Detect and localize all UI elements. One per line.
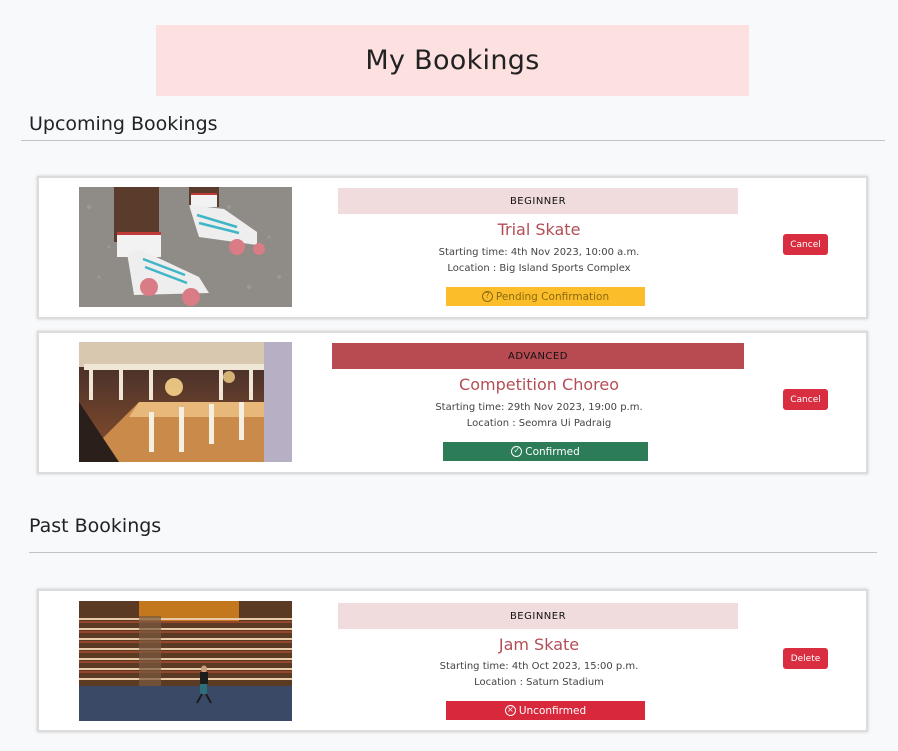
start-time: Starting time: 4th Nov 2023, 10:00 a.m. xyxy=(438,247,640,258)
question-circle-icon: ? xyxy=(481,291,493,302)
upcoming-bookings-heading: Upcoming Bookings xyxy=(29,113,218,135)
roller-skates-photo xyxy=(79,187,292,307)
status-badge: ? Pending Confirmation xyxy=(446,287,645,306)
location: Location : Seomra Ui Padraig xyxy=(466,418,612,429)
cancel-button[interactable]: Cancel xyxy=(783,234,828,255)
delete-button[interactable]: Delete xyxy=(783,648,828,669)
location: Location : Big Island Sports Complex xyxy=(447,263,631,274)
past-bookings-heading: Past Bookings xyxy=(29,515,162,537)
status-label: Pending Confirmation xyxy=(495,290,610,303)
level-badge: BEGINNER xyxy=(338,603,738,629)
booking-image xyxy=(79,342,292,462)
ballroom-interior-photo xyxy=(79,342,292,462)
status-label: Confirmed xyxy=(525,445,580,458)
booking-image xyxy=(79,187,292,307)
class-title: Competition Choreo xyxy=(459,375,619,394)
booking-card-competition-choreo: ADVANCED Competition Choreo Starting tim… xyxy=(37,331,868,474)
booking-card-jam-skate: BEGINNER Jam Skate Starting time: 4th Oc… xyxy=(37,589,868,732)
class-title: Jam Skate xyxy=(498,635,580,654)
page-title-banner: My Bookings xyxy=(156,25,749,96)
status-label: Unconfirmed xyxy=(518,704,587,717)
booking-card-trial-skate: BEGINNER Trial Skate Starting time: 4th … xyxy=(37,176,868,319)
check-circle-icon: ✓ xyxy=(511,446,523,457)
cancel-button[interactable]: Cancel xyxy=(783,389,828,410)
x-circle-icon: × xyxy=(504,705,516,716)
page-title: My Bookings xyxy=(365,45,540,76)
start-time: Starting time: 4th Oct 2023, 15:00 p.m. xyxy=(439,661,639,672)
start-time: Starting time: 29th Nov 2023, 19:00 p.m. xyxy=(435,402,643,413)
booking-image xyxy=(79,601,292,721)
past-divider xyxy=(29,552,877,553)
level-badge: BEGINNER xyxy=(338,188,738,214)
upcoming-divider xyxy=(21,140,885,141)
level-badge: ADVANCED xyxy=(332,343,744,369)
status-badge: × Unconfirmed xyxy=(446,701,645,720)
location: Location : Saturn Stadium xyxy=(474,677,604,688)
class-title: Trial Skate xyxy=(497,220,581,239)
status-badge: ✓ Confirmed xyxy=(443,442,648,461)
stadium-skater-photo xyxy=(79,601,292,721)
